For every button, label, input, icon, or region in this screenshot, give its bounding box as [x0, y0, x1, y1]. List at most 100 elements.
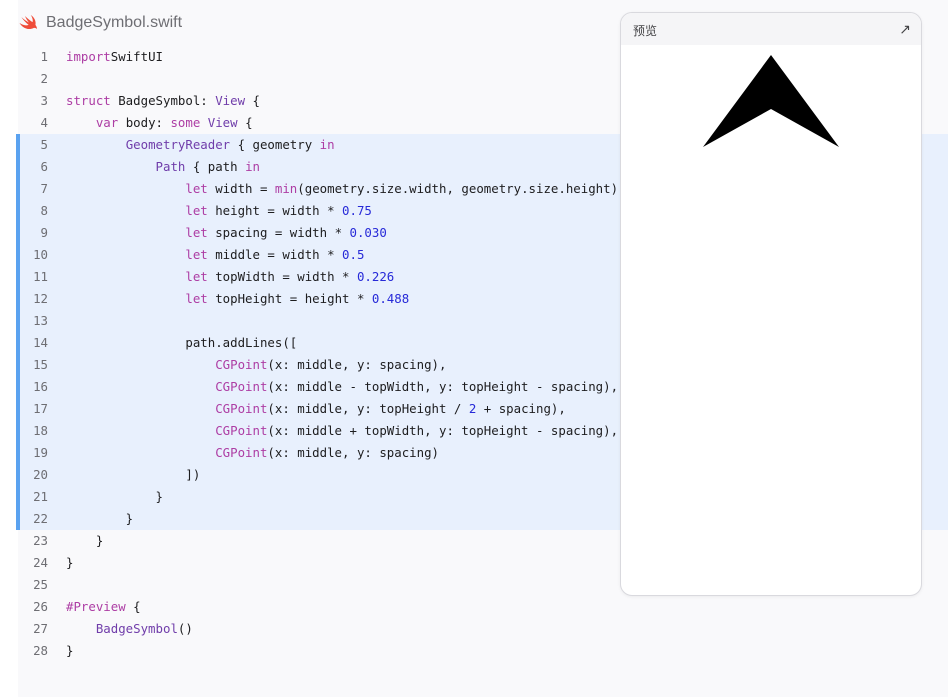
code-token: (x: middle, y: spacing),: [267, 357, 447, 372]
line-number: 20: [33, 467, 48, 482]
code-line: 28}: [18, 640, 948, 662]
line-number: 16: [33, 379, 48, 394]
code-text: path.addLines([: [66, 332, 297, 354]
code-text: }: [66, 508, 133, 530]
code-text: CGPoint(x: middle, y: spacing),: [66, 354, 446, 376]
code-text: let middle = width * 0.5: [66, 244, 364, 266]
code-token: let: [185, 291, 208, 306]
code-text: CGPoint(x: middle - topWidth, y: topHeig…: [66, 376, 618, 398]
code-token: path.addLines([: [66, 335, 298, 350]
line-number: 6: [40, 159, 48, 174]
line-number: 5: [40, 137, 48, 152]
code-token: let: [185, 203, 208, 218]
preview-title: 预览: [633, 24, 658, 38]
file-name: BadgeSymbol.swift: [46, 14, 183, 31]
code-token: View: [207, 115, 238, 130]
code-token: in: [245, 159, 260, 174]
code-token: let: [185, 247, 208, 262]
code-text: }: [66, 640, 73, 662]
line-number: 13: [33, 313, 48, 328]
code-text: }: [66, 486, 163, 508]
code-token: (x: middle, y: topHeight /: [267, 401, 469, 416]
line-number: 9: [40, 225, 48, 240]
code-token: struct: [66, 93, 111, 108]
code-token: + spacing),: [476, 401, 566, 416]
line-number: 14: [33, 335, 48, 350]
code-text: CGPoint(x: middle, y: spacing): [66, 442, 439, 464]
code-token: (): [177, 621, 193, 636]
line-number: 19: [33, 445, 48, 460]
code-token: BadgeSymbol:: [110, 93, 216, 108]
code-token: { path: [185, 159, 246, 174]
line-number: 11: [33, 269, 48, 284]
code-token: (x: middle - topWidth, y: topHeight - sp…: [267, 379, 619, 394]
code-text: struct BadgeSymbol: View {: [66, 90, 260, 112]
badge-arrow-shape: [703, 55, 839, 147]
code-token: ]): [66, 467, 201, 482]
badge-symbol-shape: [703, 55, 839, 147]
code-text: CGPoint(x: middle, y: topHeight / 2 + sp…: [66, 398, 566, 420]
code-token: spacing = width *: [207, 225, 350, 240]
code-line: 27 BadgeSymbol(): [18, 618, 948, 640]
code-token: 0.5: [342, 247, 365, 262]
code-token: (x: middle + topWidth, y: topHeight - sp…: [267, 423, 619, 438]
line-number: 17: [33, 401, 48, 416]
line-number: 10: [33, 247, 48, 262]
code-text: let spacing = width * 0.030: [66, 222, 387, 244]
line-number: 23: [33, 533, 48, 548]
code-token: middle = width *: [207, 247, 343, 262]
code-token: #Preview: [66, 599, 126, 614]
code-token: some: [170, 115, 201, 130]
code-token: CGPoint: [215, 445, 268, 460]
line-number: 3: [40, 93, 48, 108]
code-token: SwiftUI: [110, 49, 163, 64]
code-text: var body: some View {: [66, 112, 253, 134]
code-token: Path: [155, 159, 186, 174]
expand-icon[interactable]: ↗: [899, 21, 911, 38]
code-text: CGPoint(x: middle + topWidth, y: topHeig…: [66, 420, 618, 442]
code-line: 26 #Preview {: [18, 596, 948, 618]
code-token: in: [319, 137, 335, 152]
code-token: GeometryReader: [125, 137, 231, 152]
code-token: topHeight = height *: [207, 291, 372, 306]
code-text: BadgeSymbol(): [66, 618, 193, 640]
line-number: 27: [33, 621, 48, 636]
code-token: 0.030: [349, 225, 387, 240]
code-text: let height = width * 0.75: [66, 200, 372, 222]
line-number: 7: [40, 181, 48, 196]
code-text: let topHeight = height * 0.488: [66, 288, 409, 310]
code-text: ]): [66, 464, 200, 486]
code-token: View: [215, 93, 246, 108]
code-token: }: [66, 533, 104, 548]
code-token: (x: middle, y: spacing): [267, 445, 439, 460]
code-token: {: [237, 115, 253, 130]
preview-header: 预览 ↗: [621, 13, 921, 45]
code-token: 0.488: [371, 291, 410, 306]
line-number: 8: [40, 203, 48, 218]
code-text: let width = min(geometry.size.width, geo…: [66, 178, 618, 200]
line-number: 22: [33, 511, 48, 526]
code-token: CGPoint: [215, 423, 268, 438]
line-number: 12: [33, 291, 48, 306]
line-number: 21: [33, 489, 48, 504]
code-token: CGPoint: [215, 401, 268, 416]
code-token: CGPoint: [215, 379, 268, 394]
code-token: var: [95, 115, 119, 130]
swift-logo-icon: [19, 14, 37, 30]
line-number: 24: [33, 555, 48, 570]
line-number: 25: [33, 577, 48, 592]
